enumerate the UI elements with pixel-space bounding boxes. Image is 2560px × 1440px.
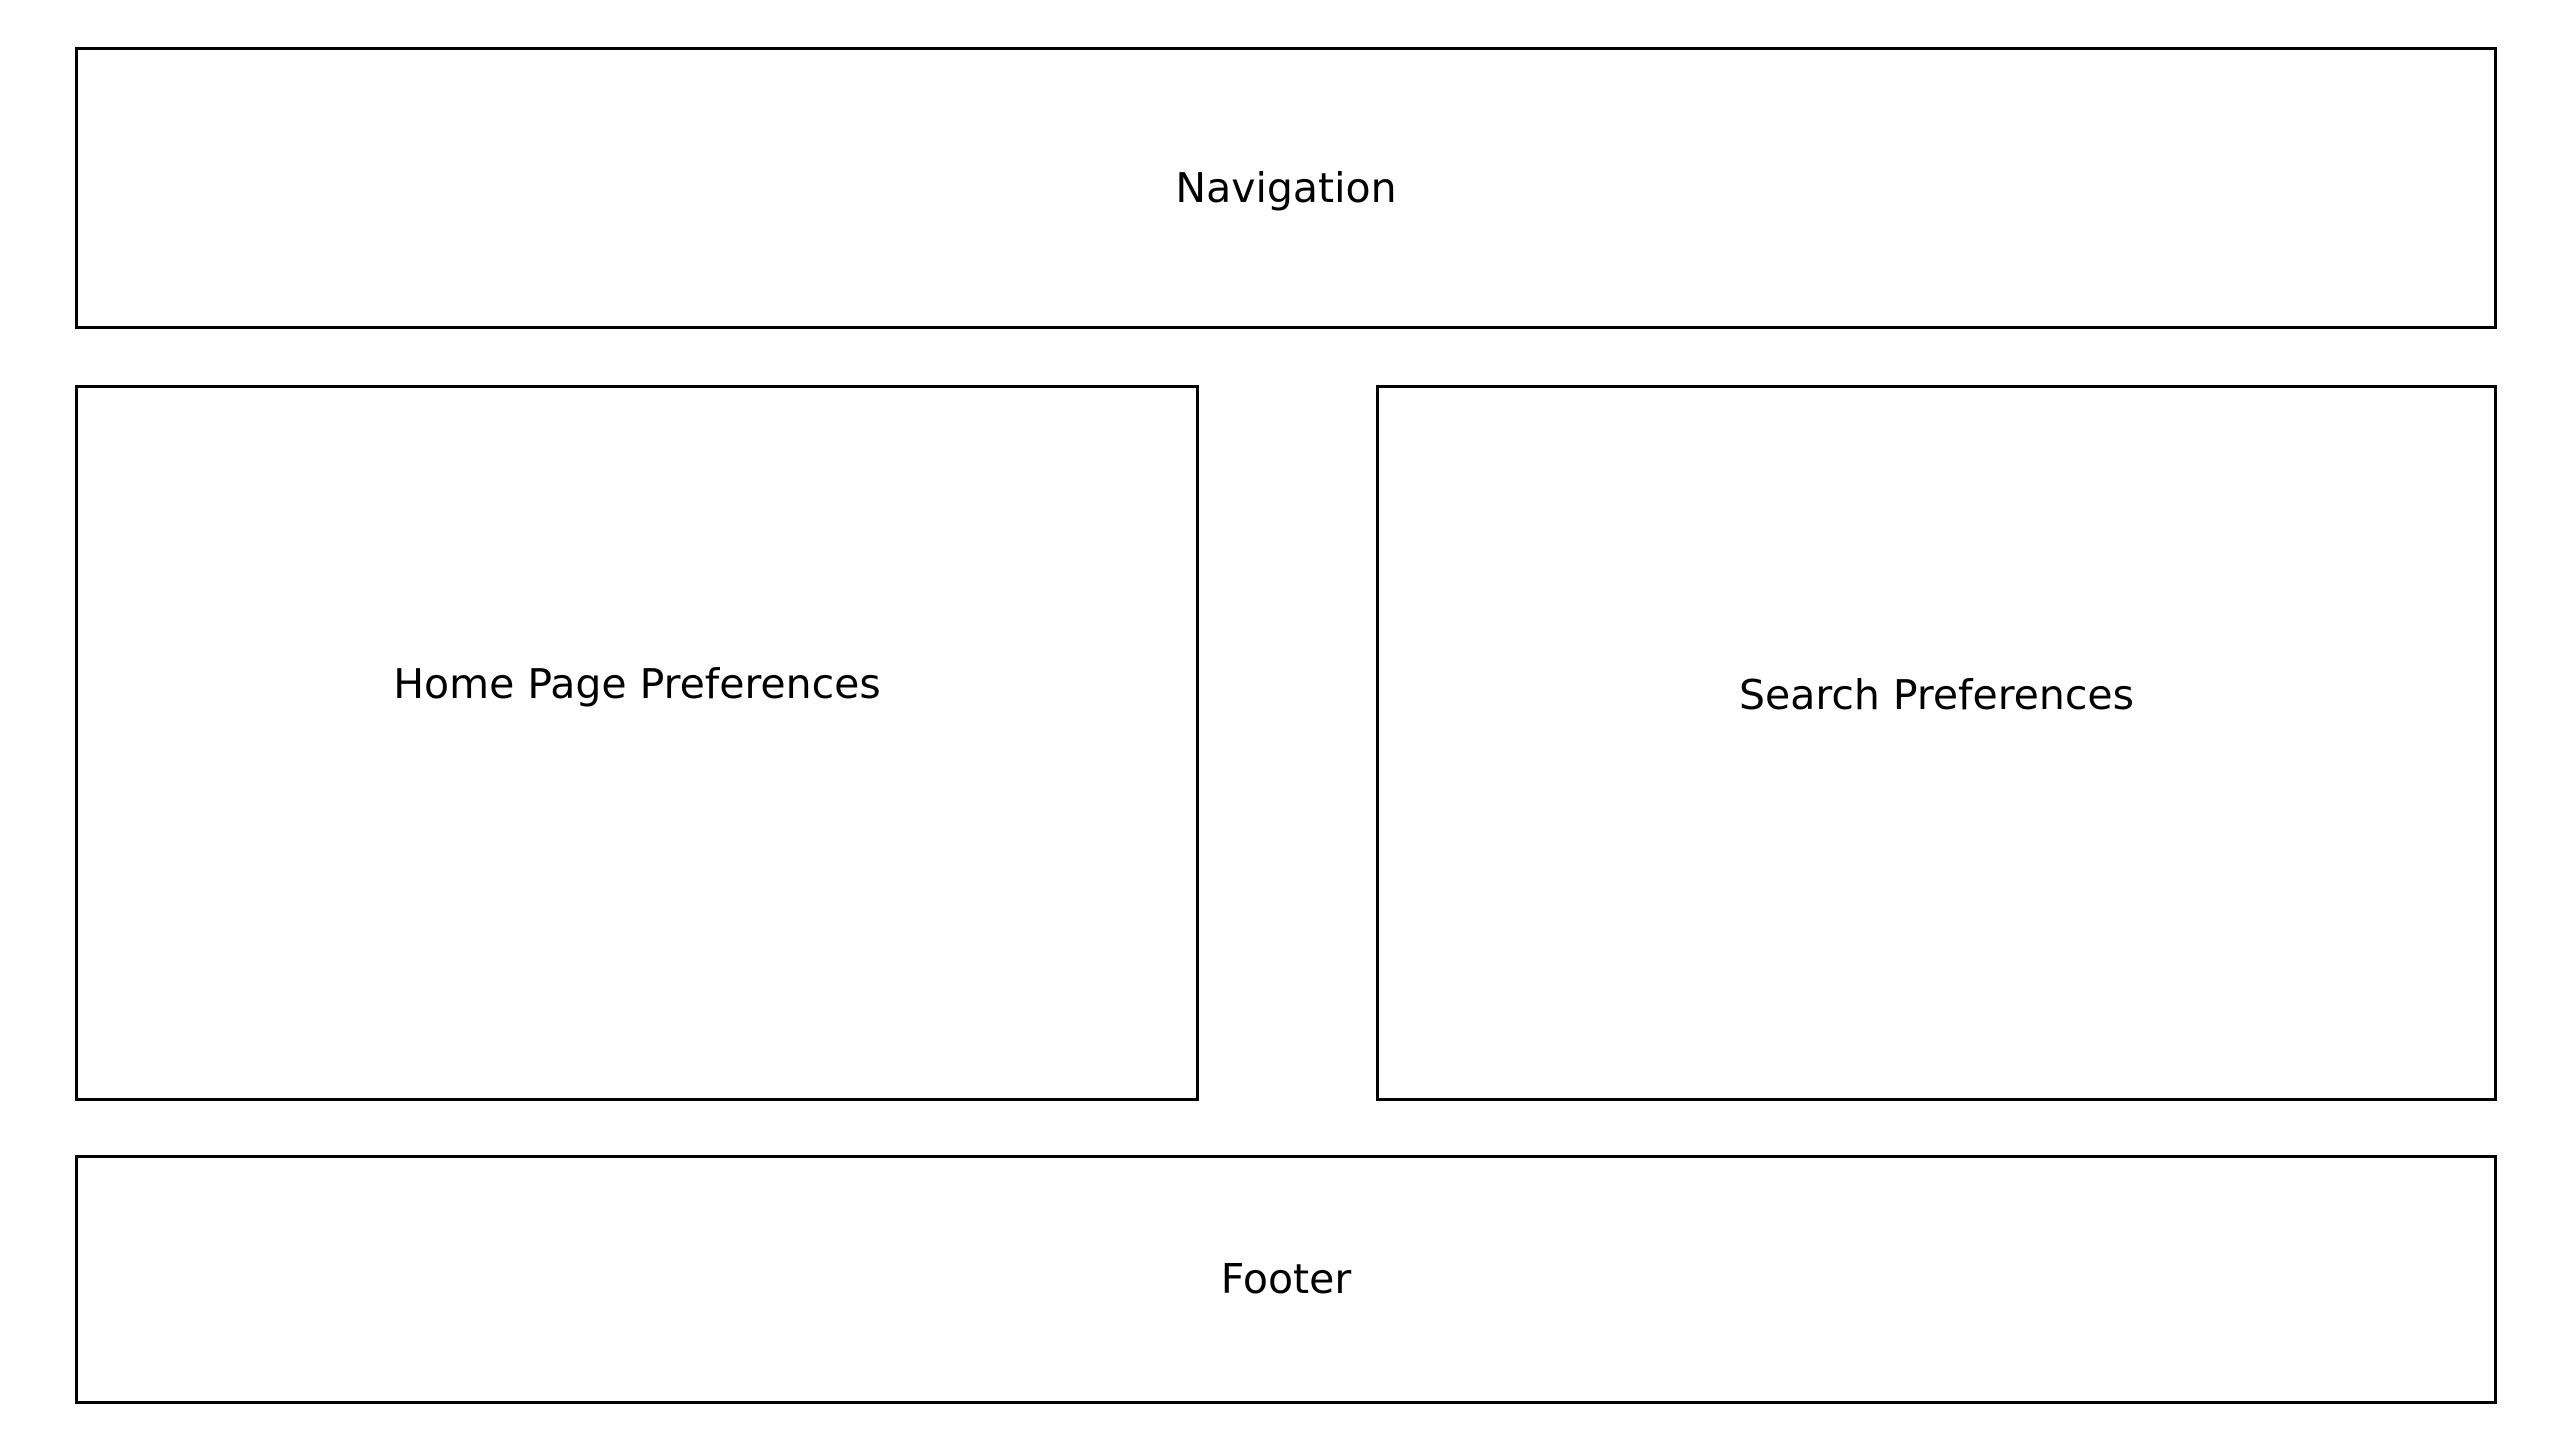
navigation-label: Navigation bbox=[1175, 164, 1397, 212]
home-page-preferences-block: Home Page Preferences bbox=[75, 385, 1199, 1101]
search-preferences-block: Search Preferences bbox=[1376, 385, 2497, 1101]
home-page-preferences-label: Home Page Preferences bbox=[393, 660, 881, 708]
footer-label: Footer bbox=[1220, 1255, 1352, 1303]
footer-block: Footer bbox=[75, 1155, 2497, 1404]
search-preferences-label: Search Preferences bbox=[1738, 671, 2135, 719]
navigation-block: Navigation bbox=[75, 47, 2497, 329]
